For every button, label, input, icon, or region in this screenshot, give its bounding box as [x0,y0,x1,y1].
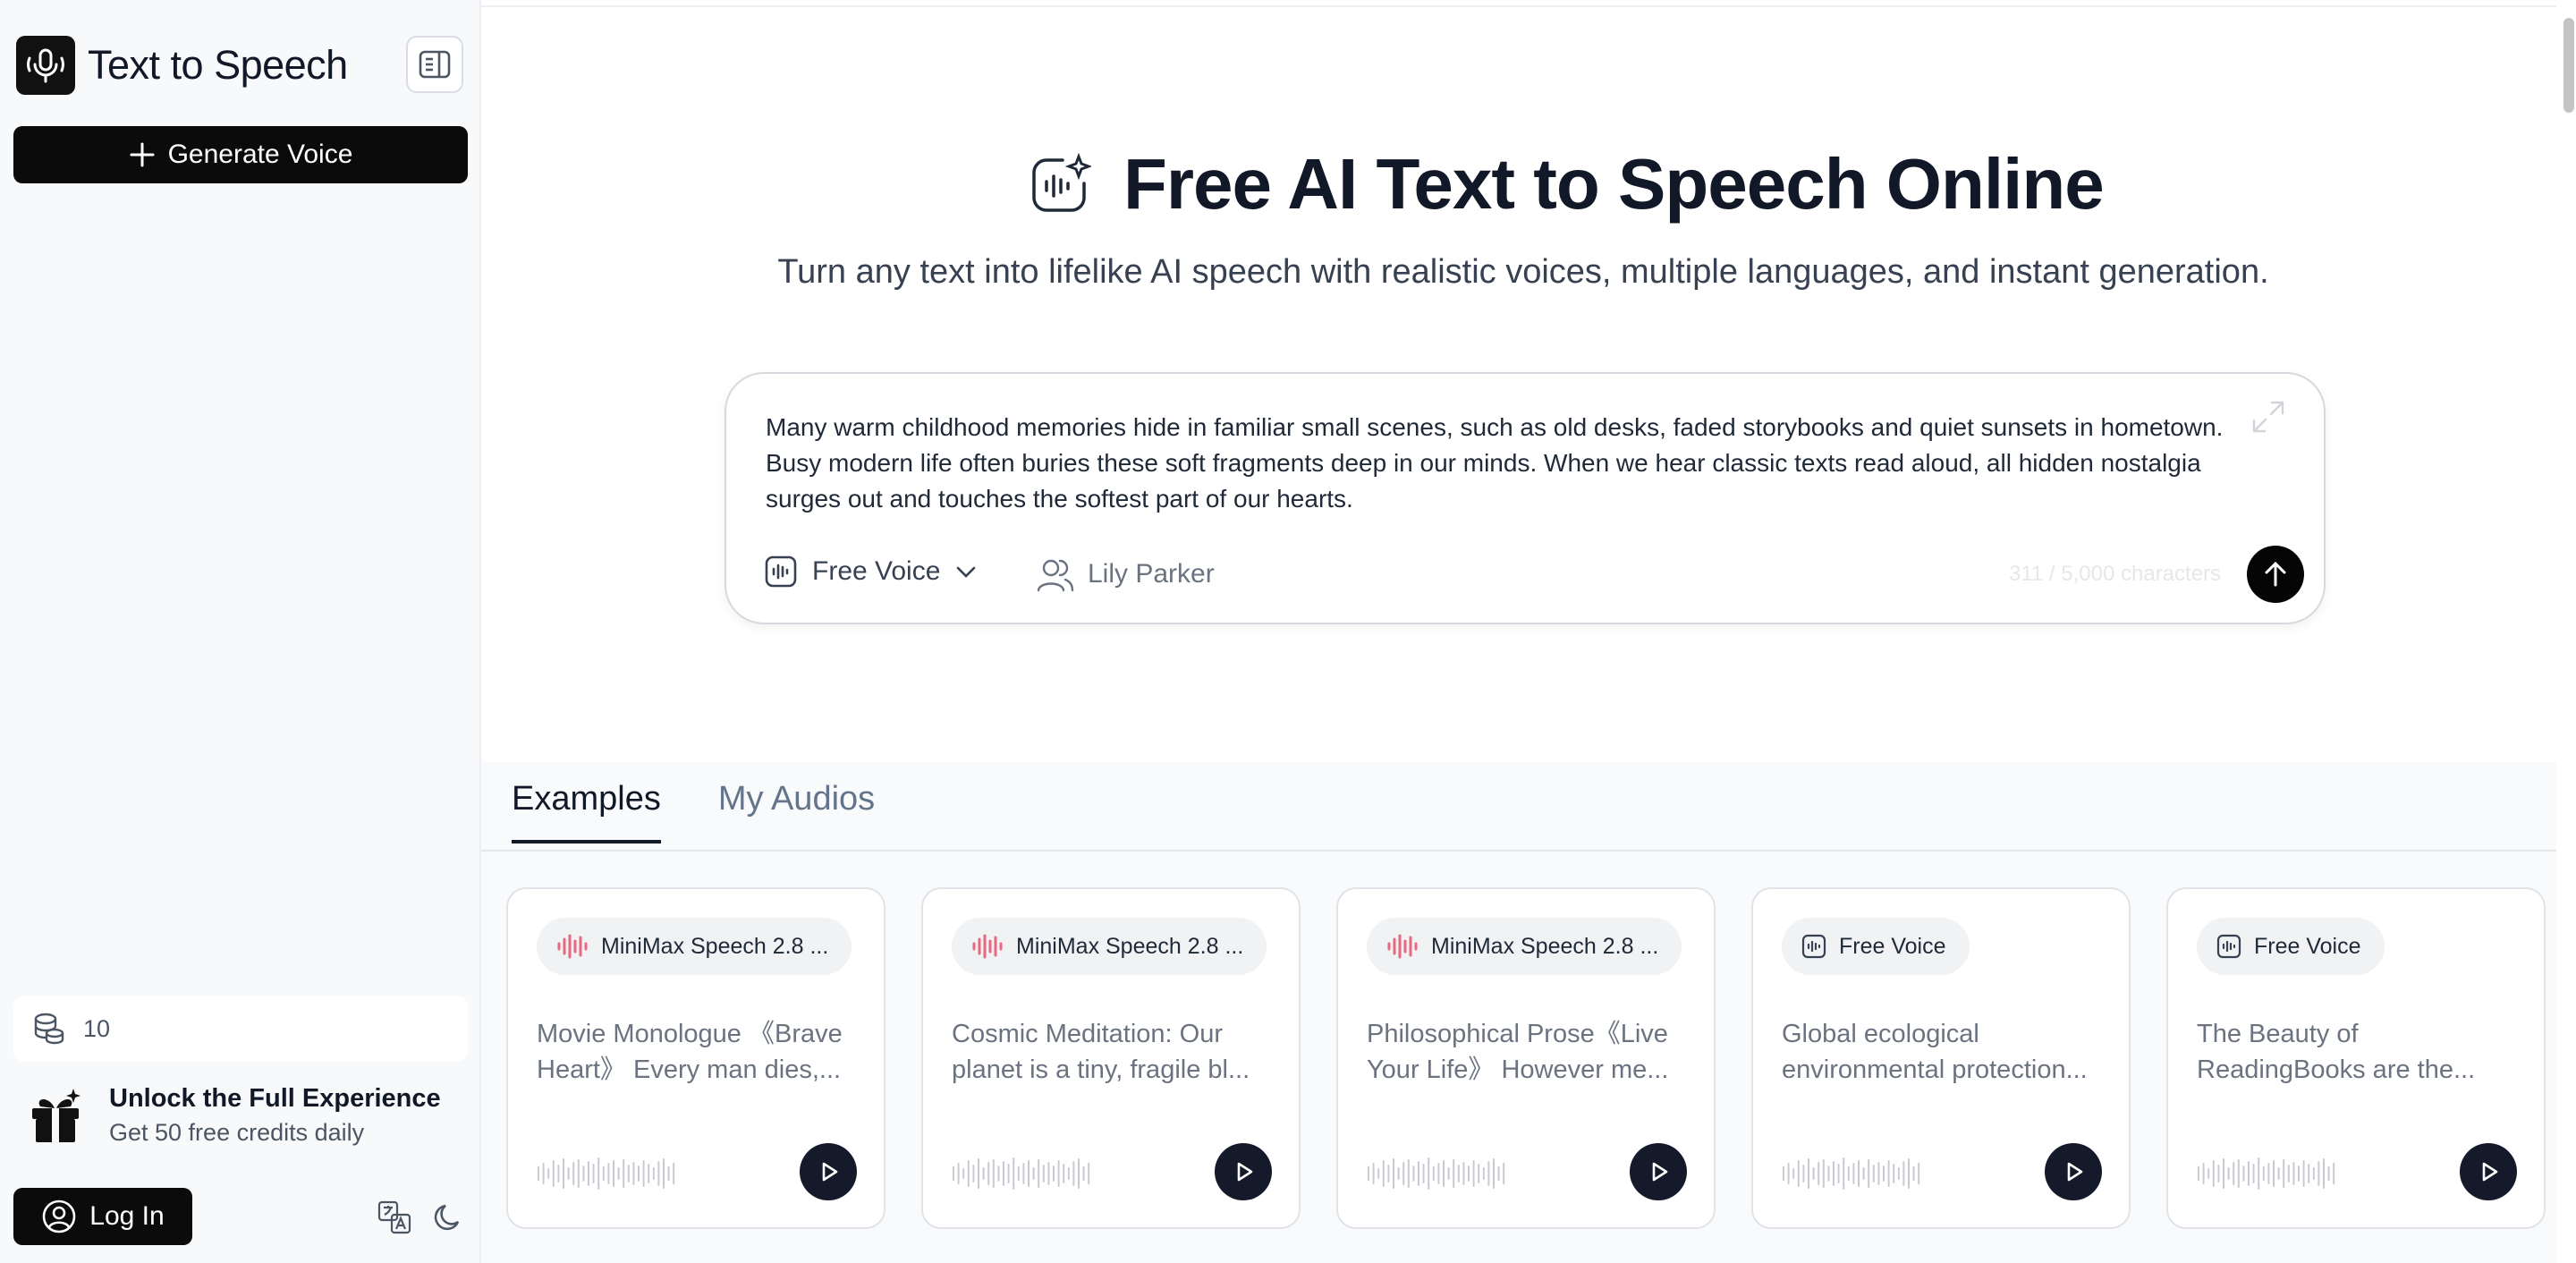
play-icon [1237,1162,1253,1182]
play-button[interactable] [2045,1143,2102,1200]
waveform-icon [1782,1156,1925,1196]
promo-title: Unlock the Full Experience [109,1084,441,1113]
pink-waveform-icon [557,934,588,959]
play-button[interactable] [1215,1143,1272,1200]
user-circle-icon [42,1199,76,1233]
play-button[interactable] [800,1143,857,1200]
play-icon [1652,1162,1668,1182]
text-input-card: Many warm childhood memories hide in fam… [724,372,2326,624]
sparkle-voice-icon [1032,153,1091,212]
theme-toggle-button[interactable] [429,1199,467,1236]
tab-my-audios[interactable]: My Audios [718,780,875,843]
page-subtitle: Turn any text into lifelike AI speech wi… [777,253,2269,291]
page-title: Free AI Text to Speech Online [1123,144,2105,224]
credits-count: 10 [83,1014,111,1042]
page-scrollbar[interactable] [2563,18,2574,113]
play-button[interactable] [2460,1143,2517,1200]
voice-model-badge: MiniMax Speech 2.8 ... [952,918,1267,975]
play-button[interactable] [1630,1143,1687,1200]
example-card[interactable]: MiniMax Speech 2.8 ... Philosophical Pros… [1336,887,1716,1229]
generate-send-button[interactable] [2247,546,2304,603]
example-card[interactable]: Free Voice Global ecological environmenta… [1751,887,2131,1229]
speaker-select[interactable]: Lily Parker [1036,555,1215,594]
sidebar-toggle-button[interactable] [406,36,463,93]
voice-model-label: Free Voice [812,556,941,586]
generate-voice-label: Generate Voice [167,140,353,169]
example-text: Global ecological environmental protecti… [1782,1020,2088,1084]
microphone-logo-icon [16,36,75,95]
tab-bar: Examples My Audios [512,780,875,843]
voice-model-badge: MiniMax Speech 2.8 ... [1367,918,1682,975]
expand-icon[interactable] [2249,397,2288,437]
translate-icon [377,1200,411,1234]
generate-voice-button[interactable]: Generate Voice [13,126,468,183]
brand-title: Text to Speech [88,42,348,88]
waveform-icon [952,1156,1095,1196]
brand[interactable]: Text to Speech [16,36,348,95]
example-card[interactable]: MiniMax Speech 2.8 ... Cosmic Meditation:… [921,887,1301,1229]
voice-model-badge: Free Voice [2197,918,2385,975]
character-count: 311 / 5,000 characters [2009,562,2222,586]
sidebar: Text to Speech Generate Voice 10 Unlock … [0,0,481,1263]
coins-stack-icon [34,1013,64,1045]
voice-model-badge: Free Voice [1782,918,1970,975]
example-card[interactable]: MiniMax Speech 2.8 ... Movie Monologue 《B… [506,887,886,1229]
badge-label: Free Voice [2254,933,2361,959]
login-label: Log In [89,1201,165,1231]
voice-box-icon [1801,934,1826,959]
unlock-promo[interactable]: Unlock the Full Experience Get 50 free c… [25,1084,441,1147]
example-card[interactable]: Free Voice The Beauty of ReadingBooks are… [2166,887,2546,1229]
example-text: Movie Monologue 《Brave Heart》 Every man … [537,1020,843,1084]
speech-text-input[interactable]: Many warm childhood memories hide in fam… [766,410,2233,517]
users-icon [1037,559,1074,592]
badge-label: MiniMax Speech 2.8 ... [601,933,829,959]
play-icon [2482,1162,2498,1182]
voice-model-badge: MiniMax Speech 2.8 ... [537,918,852,975]
top-divider [481,5,2556,7]
promo-subtitle: Get 50 free credits daily [109,1119,365,1146]
plus-icon [130,142,155,167]
example-text: Philosophical Prose《Live Your Life》 Howe… [1367,1020,1669,1084]
badge-label: MiniMax Speech 2.8 ... [1431,933,1659,959]
arrow-up-icon [2265,561,2286,587]
tabs-divider [481,850,2556,852]
play-icon [2067,1162,2083,1182]
example-text: The Beauty of ReadingBooks are the... [2197,1020,2476,1084]
tab-examples[interactable]: Examples [512,780,661,843]
waveform-icon [2197,1156,2340,1196]
sidebar-panel-icon [419,50,451,79]
credits-balance[interactable]: 10 [13,996,468,1062]
pink-waveform-icon [972,934,1003,959]
play-icon [822,1162,838,1182]
pink-waveform-icon [1387,934,1418,959]
voice-model-select[interactable]: Free Voice [764,555,978,589]
hero-heading: Free AI Text to Speech Online [1029,143,2105,225]
moon-icon [434,1204,460,1231]
waveform-icon [537,1156,680,1196]
chevron-down-icon [957,566,976,578]
login-button[interactable]: Log In [13,1188,192,1245]
voice-box-icon [765,555,797,588]
waveform-icon [1367,1156,1510,1196]
gift-icon [32,1089,80,1142]
badge-label: MiniMax Speech 2.8 ... [1016,933,1244,959]
example-text: Cosmic Meditation: Our planet is a tiny,… [952,1020,1250,1084]
badge-label: Free Voice [1839,933,1946,959]
language-button[interactable] [376,1199,413,1236]
speaker-name: Lily Parker [1088,559,1215,589]
examples-section: Examples My Audios MiniMax Speech 2.8 ..… [481,762,2556,1263]
voice-box-icon [2216,934,2241,959]
